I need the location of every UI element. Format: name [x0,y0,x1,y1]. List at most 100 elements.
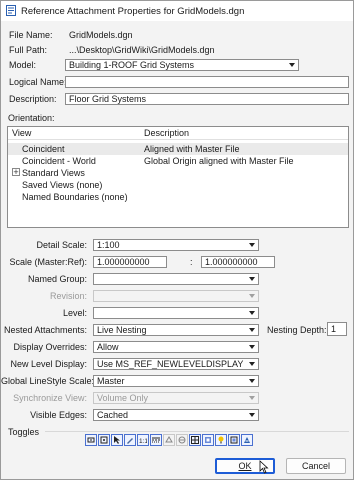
raster-grid-icon [191,436,199,444]
description-input[interactable]: Floor Grid Systems [65,93,349,105]
expand-plus-icon[interactable]: + [12,168,20,177]
chevron-down-icon [249,396,255,400]
named-group-dropdown[interactable] [93,273,259,285]
visible-edges-value: Cached [97,410,129,420]
column-header-view[interactable]: View [12,128,31,138]
nested-attachments-dropdown[interactable]: Live Nesting [93,324,259,336]
chevron-down-icon [249,277,255,281]
visible-edges-label: Visible Edges: [30,410,87,420]
named-group-label: Named Group: [27,274,87,284]
reference-attachment-dialog: Reference Attachment Properties for Grid… [0,0,354,480]
snap-icon [100,436,108,444]
list-item[interactable]: Saved Views (none) [8,179,348,191]
new-level-display-value: Use MS_REF_NEWLEVELDISPLAY Configura [97,359,246,369]
logical-name-input[interactable] [65,76,349,88]
list-item[interactable]: Coincident Aligned with Master File [8,143,348,155]
chevron-down-icon [249,362,255,366]
level-dropdown[interactable] [93,307,259,319]
list-item[interactable]: + Standard Views [8,167,348,179]
global-linestyle-scale-dropdown[interactable]: Master [93,375,259,387]
scale-label: Scale (Master:Ref): [9,257,87,267]
scale-line-styles-toggle[interactable] [150,434,162,446]
global-linestyle-scale-value: Master [97,376,125,386]
true-scale-toggle[interactable]: 1:1 [137,434,149,446]
lightbulb-icon [218,436,224,444]
annotation-text-icon [244,437,250,443]
mouse-pointer-icon [259,460,269,474]
scale-separator: : [190,257,193,267]
column-header-description[interactable]: Description [144,128,189,138]
synchronize-view-dropdown: Volume Only [93,392,259,404]
list-item-view: Coincident - World [22,156,96,166]
nesting-depth-input[interactable]: 1 [327,322,347,336]
model-dropdown[interactable]: Building 1-ROOF Grid Systems [65,59,299,71]
scale-master-input[interactable]: 1.000000000 [93,256,167,268]
svg-text:1:1: 1:1 [139,438,147,444]
annotation-toggle[interactable] [241,434,253,446]
lights-icon [205,437,211,443]
cancel-button-label: Cancel [301,461,330,471]
detail-scale-value: 1:100 [97,240,120,250]
visible-edges-dropdown[interactable]: Cached [93,409,259,421]
locate-toggle[interactable] [111,434,123,446]
file-name-label: File Name: [9,30,53,40]
display-overrides-value: Allow [97,342,119,352]
toggles-divider [45,431,349,432]
treat-as-element-icon [165,436,173,443]
display-raster-toggle[interactable] [189,434,201,446]
detail-scale-label: Detail Scale: [36,240,87,250]
revision-dropdown [93,290,259,302]
treat-as-element-toggle[interactable] [163,434,175,446]
list-item-view: Saved Views (none) [22,180,103,190]
use-lights-toggle[interactable] [202,434,214,446]
line-styles-icon [152,437,160,443]
list-item-description: Global Origin aligned with Master File [144,156,294,166]
chevron-down-icon [249,345,255,349]
toggles-toolbar: 1:1 [85,434,253,448]
new-level-display-label: New Level Display: [10,359,87,369]
toggles-label: Toggles [8,427,40,437]
chevron-down-icon [249,294,255,298]
scale-ref-input[interactable]: 1.000000000 [201,256,275,268]
list-item[interactable]: Named Boundaries (none) [8,191,348,203]
revision-label: Revision: [49,291,87,301]
list-item-view: Coincident [22,144,65,154]
lightbulb-toggle[interactable] [215,434,227,446]
list-item-view: Standard Views [22,168,85,178]
global-linestyle-scale-label: Global LineStyle Scale: [1,376,95,386]
cursor-icon [114,436,120,444]
full-path-value: ...\Desktop\GridWiki\GridModels.dgn [69,45,215,55]
chevron-down-icon [249,328,255,332]
chevron-down-icon [249,413,255,417]
level-label: Level: [62,308,87,318]
chevron-down-icon [249,379,255,383]
new-level-display-dropdown[interactable]: Use MS_REF_NEWLEVELDISPLAY Configura [93,358,259,370]
orientation-list[interactable]: View Description Coincident Aligned with… [7,126,349,228]
display-toggle[interactable] [85,434,97,446]
pointer-pencil-icon [127,438,133,444]
cancel-button[interactable]: Cancel [286,458,346,474]
display-overrides-dropdown[interactable]: Allow [93,341,259,353]
logical-name-label: Logical Name: [9,77,67,87]
georeferenced-toggle[interactable] [176,434,188,446]
orientation-list-header: View Description [8,127,348,140]
clip-boundary-toggle[interactable] [228,434,240,446]
ok-button-label: OK [238,461,252,471]
nested-attachments-value: Live Nesting [97,325,147,335]
chevron-down-icon [289,63,295,67]
globe-icon [178,436,186,444]
orientation-label: Orientation: [8,113,55,123]
snap-toggle[interactable] [98,434,110,446]
model-label: Model: [9,60,37,70]
list-item[interactable]: Coincident - World Global Origin aligned… [8,155,348,167]
list-item-view: Named Boundaries (none) [22,192,128,202]
list-item-description: Aligned with Master File [144,144,240,154]
ignore-attachments-toggle[interactable] [124,434,136,446]
file-name-value: GridModels.dgn [69,30,133,40]
detail-scale-dropdown[interactable]: 1:100 [93,239,259,251]
document-icon [6,5,16,16]
window-title: Reference Attachment Properties for Grid… [21,6,245,17]
chevron-down-icon [249,243,255,247]
display-overrides-label: Display Overrides: [13,342,87,352]
synchronize-view-label: Synchronize View: [13,393,87,403]
